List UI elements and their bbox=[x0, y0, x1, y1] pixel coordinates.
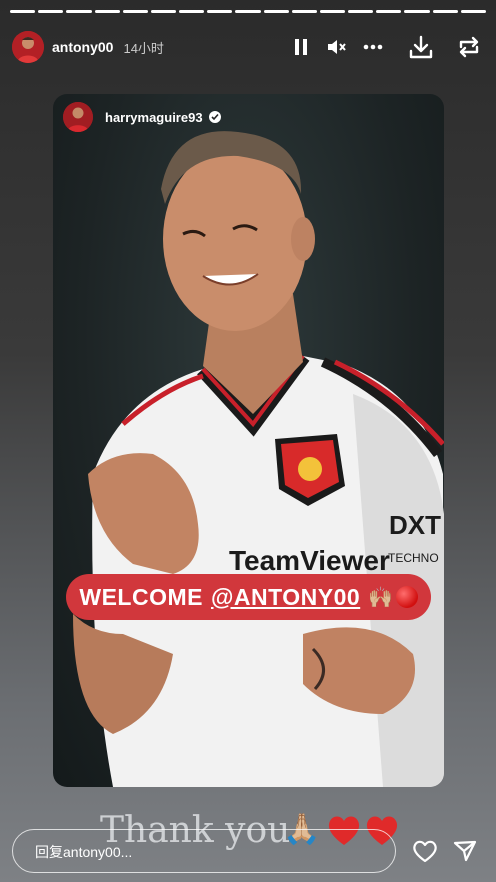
sleeve-sponsor: DXT bbox=[389, 510, 441, 540]
more-icon[interactable] bbox=[358, 32, 388, 62]
progress-segment bbox=[10, 10, 36, 13]
reply-field[interactable] bbox=[12, 829, 396, 873]
story-author[interactable]: harrymaguire93 bbox=[63, 102, 221, 132]
sleeve-sub: TECHNO bbox=[388, 551, 439, 565]
avatar[interactable] bbox=[12, 31, 44, 63]
progress-segment bbox=[291, 10, 317, 13]
like-heart-icon[interactable] bbox=[410, 836, 440, 866]
progress-segment bbox=[263, 10, 289, 13]
progress-segment bbox=[94, 10, 120, 13]
welcome-text: WELCOME bbox=[79, 583, 203, 610]
share-send-icon[interactable] bbox=[450, 836, 480, 866]
progress-segment bbox=[404, 10, 430, 13]
raised-hands-emoji: 🙌🏼 bbox=[368, 586, 394, 609]
progress-segment bbox=[150, 10, 177, 13]
verified-badge-icon bbox=[208, 111, 221, 123]
progress-segment bbox=[432, 10, 458, 13]
story-controls bbox=[280, 32, 484, 62]
progress-segment bbox=[460, 10, 486, 13]
story-username[interactable]: harrymaguire93 bbox=[105, 110, 203, 125]
progress-segment bbox=[235, 10, 261, 13]
story-progress-bar bbox=[10, 10, 486, 13]
progress-segment bbox=[348, 10, 374, 13]
reply-input[interactable] bbox=[33, 830, 337, 873]
progress-segment bbox=[207, 10, 233, 13]
red-circle-icon bbox=[395, 586, 418, 608]
progress-segment bbox=[376, 10, 402, 13]
timestamp: 14小时 bbox=[123, 40, 164, 56]
welcome-sticker[interactable]: WELCOME @ANTONY00 🙌🏼 bbox=[66, 574, 431, 620]
story-avatar[interactable] bbox=[63, 102, 93, 132]
progress-segment bbox=[66, 10, 92, 13]
download-icon[interactable] bbox=[406, 32, 436, 62]
username[interactable]: antony00 bbox=[52, 39, 113, 55]
story-header: antony00 14小时 bbox=[12, 30, 484, 64]
player-photo: TeamViewer DXT TECHNO bbox=[73, 131, 444, 787]
progress-segment bbox=[122, 10, 148, 13]
pause-icon[interactable] bbox=[286, 32, 316, 62]
mention-link[interactable]: @ANTONY00 bbox=[211, 584, 360, 611]
progress-segment bbox=[38, 10, 64, 13]
progress-segment bbox=[319, 10, 346, 13]
progress-segment bbox=[179, 10, 205, 13]
story-card[interactable]: TeamViewer DXT TECHNO harrymaguire93 WEL… bbox=[53, 94, 444, 787]
repost-icon[interactable] bbox=[454, 32, 484, 62]
mute-icon[interactable] bbox=[322, 32, 352, 62]
shirt-sponsor: TeamViewer bbox=[229, 545, 390, 576]
